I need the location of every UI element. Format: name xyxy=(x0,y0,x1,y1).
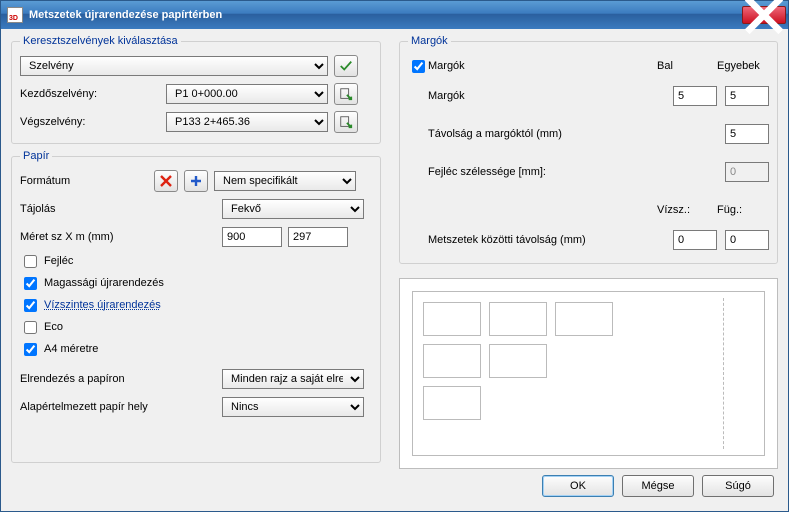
preview-rect xyxy=(555,302,613,336)
pick-end-button[interactable] xyxy=(334,111,358,133)
col-left-header: Bal xyxy=(657,60,709,72)
size-label: Méret sz X m (mm) xyxy=(20,231,216,243)
a4-checkbox[interactable] xyxy=(24,343,37,356)
dialog-footer: OK Mégse Súgó xyxy=(11,469,778,503)
margins-legend: Margók xyxy=(408,35,451,47)
col-vert-header: Füg.: xyxy=(717,204,769,216)
cross-section-legend: Keresztszelvények kiválasztása xyxy=(20,35,181,47)
close-button[interactable] xyxy=(742,6,786,24)
check-icon xyxy=(339,59,353,73)
between-vert-input[interactable] xyxy=(725,230,769,250)
distance-input[interactable] xyxy=(725,124,769,144)
dialog-window: 3D Metszetek újrarendezése papírtérben K… xyxy=(0,0,789,512)
between-label: Metszetek közötti távolság (mm) xyxy=(428,234,618,246)
header-width-input xyxy=(725,162,769,182)
preview-sheet xyxy=(412,291,765,456)
margin-others-input[interactable] xyxy=(725,86,769,106)
margins-enable-label: Margók xyxy=(428,60,578,72)
preview-row xyxy=(423,302,754,336)
preview-row xyxy=(423,386,754,420)
cross-section-group: Keresztszelvények kiválasztása Szelvény … xyxy=(11,35,381,144)
eco-checkbox[interactable] xyxy=(24,321,37,334)
start-section-select[interactable]: P1 0+000.00 xyxy=(166,84,328,104)
paper-group: Papír Formátum Nem specifikált Tájolás xyxy=(11,150,381,463)
pick-icon xyxy=(339,115,353,129)
preview-row xyxy=(423,344,754,378)
distance-label: Távolság a margóktól (mm) xyxy=(428,128,638,140)
between-horiz-input[interactable] xyxy=(673,230,717,250)
app-icon: 3D xyxy=(7,7,23,23)
pick-start-button[interactable] xyxy=(334,83,358,105)
eco-label: Eco xyxy=(44,321,63,333)
start-section-label: Kezdőszelvény: xyxy=(20,88,160,100)
height-reorder-label: Magassági újrarendezés xyxy=(44,277,164,289)
default-paper-label: Alapértelmezett papír hely xyxy=(20,401,216,413)
margins-enable-checkbox[interactable] xyxy=(412,60,425,73)
header-checkbox[interactable] xyxy=(24,255,37,268)
size-height-input[interactable] xyxy=(288,227,348,247)
preview-rect xyxy=(489,344,547,378)
remove-format-button[interactable] xyxy=(154,170,178,192)
format-select[interactable]: Nem specifikált xyxy=(214,171,356,191)
header-checkbox-label: Fejléc xyxy=(44,255,73,267)
layout-select[interactable]: Minden rajz a saját elrendezésben xyxy=(222,369,364,389)
preview-rect xyxy=(423,386,481,420)
preview-margin-line xyxy=(723,298,724,449)
end-section-select[interactable]: P133 2+465.36 xyxy=(166,112,328,132)
a4-label: A4 méretre xyxy=(44,343,98,355)
default-paper-select[interactable]: Nincs xyxy=(222,397,364,417)
layout-label: Elrendezés a papíron xyxy=(20,373,216,385)
x-icon xyxy=(159,174,173,188)
preview-pane xyxy=(399,278,778,469)
preview-rect xyxy=(423,302,481,336)
height-reorder-checkbox[interactable] xyxy=(24,277,37,290)
plus-icon xyxy=(189,174,203,188)
titlebar: 3D Metszetek újrarendezése papírtérben xyxy=(1,1,788,29)
orientation-select[interactable]: Fekvő xyxy=(222,199,364,219)
margins-group: Margók Margók Bal Egyebek Margók xyxy=(399,35,778,264)
ok-button[interactable]: OK xyxy=(542,475,614,497)
preview-rect xyxy=(423,344,481,378)
horiz-reorder-checkbox[interactable] xyxy=(24,299,37,312)
add-format-button[interactable] xyxy=(184,170,208,192)
pick-icon xyxy=(339,87,353,101)
preview-rect xyxy=(489,302,547,336)
size-width-input[interactable] xyxy=(222,227,282,247)
col-horiz-header: Vízsz.: xyxy=(657,204,709,216)
help-button[interactable]: Súgó xyxy=(702,475,774,497)
header-width-label: Fejléc szélessége [mm]: xyxy=(428,166,638,178)
horiz-reorder-label[interactable]: Vízszintes újrarendezés xyxy=(44,299,161,311)
end-section-label: Végszelvény: xyxy=(20,116,160,128)
paper-legend: Papír xyxy=(20,150,52,162)
orientation-label: Tájolás xyxy=(20,203,216,215)
margin-left-input[interactable] xyxy=(673,86,717,106)
window-title: Metszetek újrarendezése papírtérben xyxy=(29,9,742,21)
format-label: Formátum xyxy=(20,175,148,187)
margins-row-label: Margók xyxy=(428,90,578,102)
col-others-header: Egyebek xyxy=(717,60,769,72)
confirm-section-button[interactable] xyxy=(334,55,358,77)
section-select[interactable]: Szelvény xyxy=(20,56,328,76)
cancel-button[interactable]: Mégse xyxy=(622,475,694,497)
